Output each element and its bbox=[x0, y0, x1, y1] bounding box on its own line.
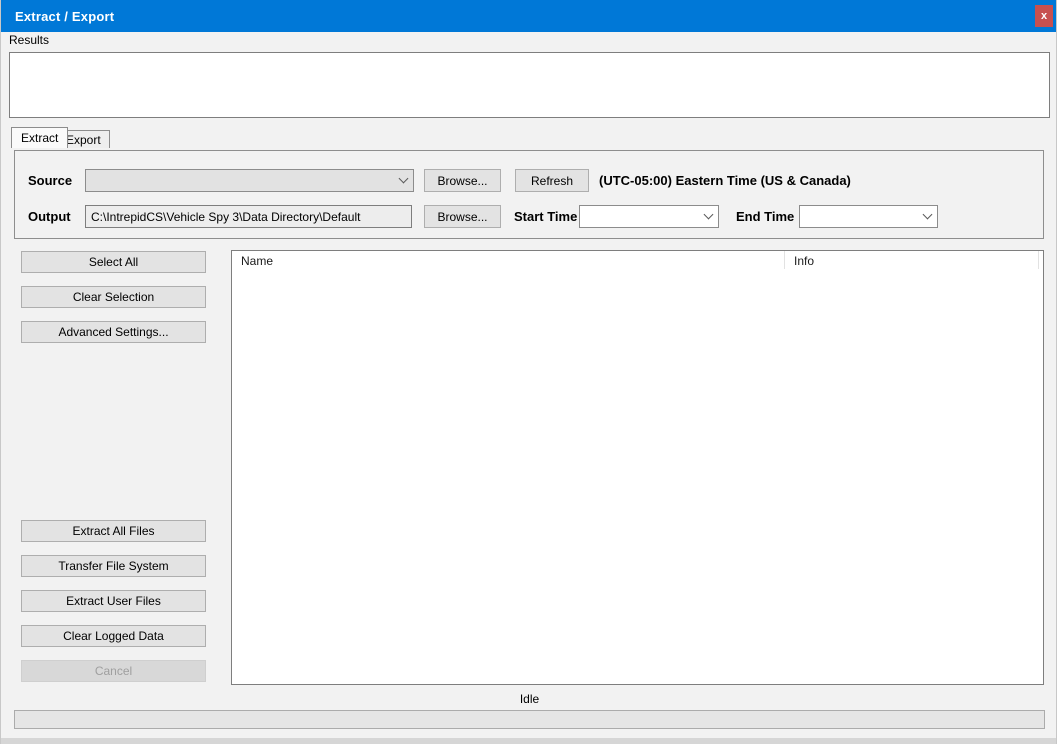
window-bottom-edge bbox=[1, 738, 1056, 744]
output-path-input[interactable] bbox=[85, 205, 412, 228]
chevron-down-icon bbox=[923, 210, 933, 220]
timezone-label: (UTC-05:00) Eastern Time (US & Canada) bbox=[599, 173, 851, 188]
extract-export-dialog: Extract / Export x Results Extract Expor… bbox=[0, 0, 1057, 744]
settings-groupbox: Source Browse... Refresh (UTC-05:00) Eas… bbox=[14, 150, 1044, 239]
refresh-button[interactable]: Refresh bbox=[515, 169, 589, 192]
transfer-file-system-button[interactable]: Transfer File System bbox=[21, 555, 206, 577]
output-browse-button[interactable]: Browse... bbox=[424, 205, 501, 228]
start-time-combobox[interactable] bbox=[579, 205, 719, 228]
end-time-combobox[interactable] bbox=[799, 205, 938, 228]
file-list[interactable]: Name Info bbox=[231, 250, 1044, 685]
select-all-button[interactable]: Select All bbox=[21, 251, 206, 273]
clear-selection-button[interactable]: Clear Selection bbox=[21, 286, 206, 308]
window-title: Extract / Export bbox=[1, 9, 114, 24]
end-time-label: End Time bbox=[736, 209, 794, 224]
column-header-name[interactable]: Name bbox=[232, 251, 785, 269]
results-label: Results bbox=[9, 33, 49, 47]
source-label: Source bbox=[28, 173, 72, 188]
source-browse-button[interactable]: Browse... bbox=[424, 169, 501, 192]
source-combobox[interactable] bbox=[85, 169, 414, 192]
file-list-header: Name Info bbox=[232, 251, 1043, 272]
file-list-body[interactable] bbox=[232, 272, 1043, 684]
close-icon[interactable]: x bbox=[1035, 5, 1053, 27]
start-time-label: Start Time bbox=[514, 209, 577, 224]
output-label: Output bbox=[28, 209, 71, 224]
chevron-down-icon bbox=[704, 210, 714, 220]
status-text: Idle bbox=[1, 692, 1057, 706]
results-output[interactable] bbox=[9, 52, 1050, 118]
clear-logged-data-button[interactable]: Clear Logged Data bbox=[21, 625, 206, 647]
title-bar: Extract / Export x bbox=[1, 0, 1056, 32]
chevron-down-icon bbox=[399, 174, 409, 184]
tab-extract[interactable]: Extract bbox=[11, 127, 68, 148]
extract-all-files-button[interactable]: Extract All Files bbox=[21, 520, 206, 542]
column-header-info[interactable]: Info bbox=[785, 251, 1039, 269]
progress-bar bbox=[14, 710, 1045, 729]
advanced-settings-button[interactable]: Advanced Settings... bbox=[21, 321, 206, 343]
extract-user-files-button[interactable]: Extract User Files bbox=[21, 590, 206, 612]
cancel-button: Cancel bbox=[21, 660, 206, 682]
